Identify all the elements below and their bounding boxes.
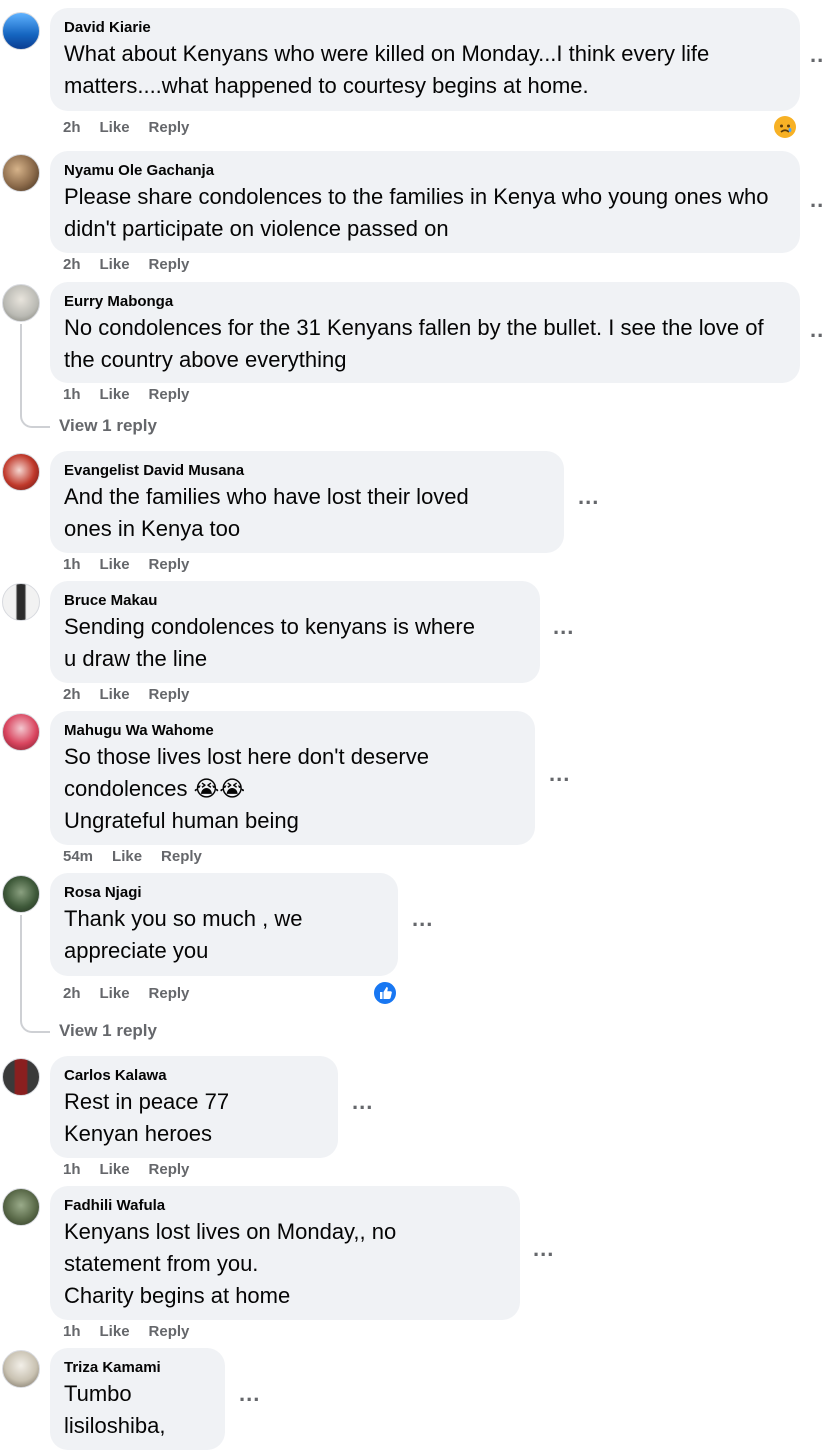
avatar[interactable] <box>2 713 40 751</box>
comment-timestamp[interactable]: 2h <box>63 118 81 138</box>
reply-button[interactable]: Reply <box>149 1160 190 1180</box>
comment-bubble: Bruce Makau Sending condolences to kenya… <box>50 581 540 683</box>
like-button[interactable]: Like <box>100 385 130 405</box>
comment-author[interactable]: David Kiarie <box>64 18 786 38</box>
view-replies-link[interactable]: View 1 reply <box>59 416 157 436</box>
like-button[interactable]: Like <box>100 1322 130 1342</box>
comment-bubble: Triza Kamami Tumbo lisiloshiba, <box>50 1348 225 1450</box>
comment-bubble: Fadhili Wafula Kenyans lost lives on Mon… <box>50 1186 520 1320</box>
comment-text: So those lives lost here don't deserve c… <box>64 744 429 833</box>
comment-text: Kenyans lost lives on Monday,, no statem… <box>64 1219 397 1308</box>
comment-author[interactable]: Rosa Njagi <box>64 883 384 903</box>
comment-author[interactable]: Triza Kamami <box>64 1358 211 1378</box>
comment-author[interactable]: Carlos Kalawa <box>64 1066 324 1086</box>
avatar[interactable] <box>2 284 40 322</box>
comment-bubble: Nyamu Ole Gachanja Please share condolen… <box>50 151 800 253</box>
like-button[interactable]: Like <box>100 1160 130 1180</box>
comment-actions: 1h Like Reply <box>63 385 189 405</box>
comment-bubble: Mahugu Wa Wahome So those lives lost her… <box>50 711 535 845</box>
comment-timestamp[interactable]: 1h <box>63 385 81 405</box>
comment-author[interactable]: Bruce Makau <box>64 591 526 611</box>
comment-actions: 1h Like Reply <box>63 1322 189 1342</box>
comment-author[interactable]: Mahugu Wa Wahome <box>64 721 521 741</box>
avatar[interactable] <box>2 875 40 913</box>
comment-actions: 2h Like Reply <box>63 118 189 138</box>
comment-timestamp[interactable]: 1h <box>63 1322 81 1342</box>
comment-actions: 1h Like Reply <box>63 555 189 575</box>
comment-text: Sending condolences to kenyans is where … <box>64 614 475 671</box>
view-replies-link[interactable]: View 1 reply <box>59 1021 157 1041</box>
avatar[interactable] <box>2 1350 40 1388</box>
comment-author[interactable]: Fadhili Wafula <box>64 1196 506 1216</box>
avatar[interactable] <box>2 453 40 491</box>
comment-bubble: Evangelist David Musana And the families… <box>50 451 564 553</box>
comment-author[interactable]: Eurry Mabonga <box>64 292 786 312</box>
comment-text: What about Kenyans who were killed on Mo… <box>64 41 710 98</box>
more-options-icon[interactable]: ... <box>533 1238 554 1260</box>
more-options-icon[interactable]: ... <box>239 1383 260 1405</box>
more-options-icon[interactable]: ... <box>553 616 574 638</box>
more-options-icon[interactable]: .. <box>810 189 824 211</box>
reply-button[interactable]: Reply <box>149 685 190 705</box>
thread-connector <box>20 324 50 428</box>
more-options-icon[interactable]: ... <box>549 763 570 785</box>
avatar[interactable] <box>2 1188 40 1226</box>
comment-timestamp[interactable]: 2h <box>63 255 81 275</box>
comment-bubble: Eurry Mabonga No condolences for the 31 … <box>50 282 800 383</box>
comment-actions: 2h Like Reply <box>63 685 189 705</box>
like-button[interactable]: Like <box>112 847 142 867</box>
avatar[interactable] <box>2 12 40 50</box>
comment-actions: 54m Like Reply <box>63 847 202 867</box>
comment-text: Thank you so much , we appreciate you <box>64 906 303 963</box>
thread-connector <box>20 915 50 1033</box>
comment-actions: 2h Like Reply <box>63 984 189 1004</box>
comment-text: Please share condolences to the families… <box>64 184 769 241</box>
comment-text: And the families who have lost their lov… <box>64 484 469 541</box>
comment-bubble: Carlos Kalawa Rest in peace 77 Kenyan he… <box>50 1056 338 1158</box>
like-button[interactable]: Like <box>100 685 130 705</box>
more-options-icon[interactable]: ... <box>412 908 433 930</box>
avatar[interactable] <box>2 1058 40 1096</box>
like-button[interactable]: Like <box>100 984 130 1004</box>
more-options-icon[interactable]: ... <box>352 1091 373 1113</box>
comment-timestamp[interactable]: 54m <box>63 847 93 867</box>
comment-bubble: David Kiarie What about Kenyans who were… <box>50 8 800 111</box>
avatar[interactable] <box>2 583 40 621</box>
reply-button[interactable]: Reply <box>149 255 190 275</box>
reply-button[interactable]: Reply <box>149 385 190 405</box>
like-button[interactable]: Like <box>100 555 130 575</box>
comment-timestamp[interactable]: 1h <box>63 555 81 575</box>
avatar[interactable] <box>2 154 40 192</box>
more-options-icon[interactable]: ... <box>578 486 599 508</box>
comment-bubble: Rosa Njagi Thank you so much , we apprec… <box>50 873 398 976</box>
reply-button[interactable]: Reply <box>149 118 190 138</box>
comment-timestamp[interactable]: 2h <box>63 685 81 705</box>
comment-actions: 1h Like Reply <box>63 1160 189 1180</box>
more-options-icon[interactable]: .. <box>810 319 824 341</box>
comment-author[interactable]: Nyamu Ole Gachanja <box>64 161 786 181</box>
like-button[interactable]: Like <box>100 118 130 138</box>
reply-button[interactable]: Reply <box>161 847 202 867</box>
comment-timestamp[interactable]: 2h <box>63 984 81 1004</box>
comment-actions: 2h Like Reply <box>63 255 189 275</box>
like-button[interactable]: Like <box>100 255 130 275</box>
sad-emoji-icon[interactable] <box>774 116 796 138</box>
like-thumb-icon[interactable] <box>372 980 398 1006</box>
comment-timestamp[interactable]: 1h <box>63 1160 81 1180</box>
comment-text: Rest in peace 77 Kenyan heroes <box>64 1089 230 1146</box>
more-options-icon[interactable]: .. <box>810 44 824 66</box>
reply-button[interactable]: Reply <box>149 984 190 1004</box>
reply-button[interactable]: Reply <box>149 555 190 575</box>
comment-text: No condolences for the 31 Kenyans fallen… <box>64 315 764 372</box>
comment-text: Tumbo lisiloshiba, <box>64 1381 166 1438</box>
comment-author[interactable]: Evangelist David Musana <box>64 461 550 481</box>
reply-button[interactable]: Reply <box>149 1322 190 1342</box>
